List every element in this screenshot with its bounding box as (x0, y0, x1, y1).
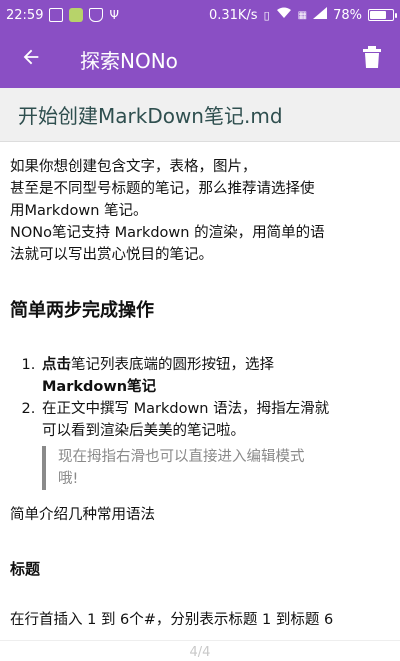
delete-button[interactable] (344, 30, 400, 88)
heading-steps: 简单两步完成操作 (10, 300, 154, 321)
status-time: 22:59 (6, 7, 44, 23)
note-file-title: 开始创建MarkDown笔记.md (0, 88, 400, 142)
step-item: 点击笔记列表底端的圆形按钮，选择 Markdown笔记 (40, 354, 390, 398)
step-bold-suffix: Markdown笔记 (42, 379, 157, 395)
wifi-icon (276, 7, 292, 23)
quote-line: 现在拇指右滑也可以直接进入编辑模式 (58, 449, 305, 465)
page-indicator: 4/4 (0, 640, 400, 661)
app-bar-title: 探索NONo (80, 48, 178, 73)
sim-icon: ▦ (297, 9, 308, 21)
intro-paragraph: 如果你想创建包含文字，表格，图片， 甚至是不同型号标题的笔记，那么推荐请选择使 … (10, 156, 390, 266)
app-bar: 探索NONo (0, 30, 400, 88)
intro-line: 法就可以写出赏心悦目的笔记。 (10, 247, 213, 263)
steps-list: 点击笔记列表底端的圆形按钮，选择 Markdown笔记 在正文中撰写 Markd… (40, 354, 390, 490)
heading-title: 标题 (10, 560, 41, 578)
app-notification-icon (69, 8, 84, 22)
status-bar: 22:59 Ψ 0.31K/s ▯ ▦ 78% (0, 0, 400, 30)
shield-notification-icon (89, 8, 104, 22)
step-item: 在正文中撰写 Markdown 语法，拇指左滑就 可以看到渲染后美美的笔记啦。 … (40, 398, 390, 490)
quote-line: 哦! (58, 471, 79, 487)
step-bold-prefix: 点击 (42, 357, 71, 373)
syntax-intro: 简单介绍几种常用语法 (10, 507, 155, 523)
status-bar-left: 22:59 Ψ (6, 8, 119, 23)
blockquote: 现在拇指右滑也可以直接进入编辑模式 哦! (42, 446, 390, 490)
intro-line: 甚至是不同型号标题的笔记，那么推荐请选择使 (10, 181, 315, 197)
markdown-content[interactable]: 如果你想创建包含文字，表格，图片， 甚至是不同型号标题的笔记，那么推荐请选择使 … (0, 142, 400, 637)
trash-icon (362, 46, 382, 72)
arrow-back-icon (20, 46, 42, 72)
back-button[interactable] (0, 30, 62, 88)
title-description: 在行首插入 1 到 6个#，分别表示标题 1 到标题 6 (10, 612, 334, 628)
battery-percent: 78% (333, 7, 362, 23)
intro-line: NONo笔记支持 Markdown 的渲染，用简单的语 (10, 225, 325, 241)
intro-line: 用Markdown 笔记。 (10, 203, 148, 219)
network-speed: 0.31K/s (208, 7, 258, 23)
signal-icon (313, 7, 328, 23)
gallery-notification-icon (49, 8, 64, 22)
status-bar-right: 0.31K/s ▯ ▦ 78% (208, 7, 397, 23)
usb-icon: Ψ (109, 8, 119, 22)
intro-line: 如果你想创建包含文字，表格，图片， (10, 159, 257, 175)
step-text-line: 可以看到渲染后美美的笔记啦。 (42, 423, 245, 439)
step-text: 笔记列表底端的圆形按钮，选择 (71, 357, 274, 373)
step-text-line: 在正文中撰写 Markdown 语法，拇指左滑就 (42, 401, 330, 417)
vibrate-icon: ▯ (263, 8, 270, 22)
battery-icon (368, 9, 397, 21)
